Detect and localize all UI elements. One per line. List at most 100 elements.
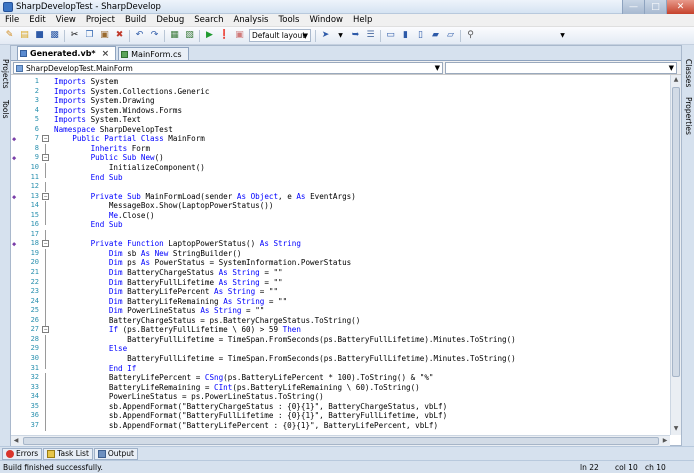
fold-toggle-icon[interactable]: − (42, 135, 49, 143)
code-line[interactable]: 29 Else (11, 344, 670, 355)
output-tab[interactable]: Output (93, 447, 138, 460)
save-icon[interactable]: ■ (33, 29, 46, 42)
class-dropdown[interactable]: SharpDevelopTest.MainForm ▼ (13, 62, 443, 74)
code-line[interactable]: 19 Dim sb As New StringBuilder() (11, 248, 670, 259)
menu-help[interactable]: Help (348, 14, 377, 27)
code-line[interactable]: 37 sb.AppendFormat("BatteryLifePercent :… (11, 420, 670, 431)
code-line[interactable]: ◆ 9− Public Sub New() (11, 153, 670, 163)
menu-debug[interactable]: Debug (151, 14, 189, 27)
code-line[interactable]: 4 Imports System.Windows.Forms (11, 106, 670, 116)
paste-icon[interactable]: ▣ (98, 29, 111, 42)
exclamation-icon[interactable]: ❗ (218, 29, 231, 42)
navigate-back-icon[interactable]: ➤ (319, 29, 332, 42)
chevron-down-icon[interactable]: ▼ (556, 29, 569, 42)
code-line[interactable]: 3 Imports System.Drawing (11, 96, 670, 106)
search-icon[interactable]: ⚲ (464, 29, 477, 42)
code-line[interactable]: 5 Imports System.Text (11, 115, 670, 125)
layout-dropdown[interactable]: Default layout ▼ (249, 29, 311, 42)
code-line[interactable]: 14 MessageBox.Show(LaptopPowerStatus()) (11, 201, 670, 212)
menu-tools[interactable]: Tools (274, 14, 305, 27)
code-line[interactable]: 33 BatteryLifeRemaining = CInt(ps.Batter… (11, 382, 670, 393)
code-line[interactable]: 35 sb.AppendFormat("BatteryChargeStatus … (11, 401, 670, 412)
fold-toggle-icon[interactable]: − (42, 192, 49, 200)
code-line[interactable]: ◆ 18− Private Function LaptopPowerStatus(… (11, 239, 670, 249)
projects-pad-tab[interactable]: Projects (1, 59, 10, 89)
code-line[interactable]: 6 Namespace SharpDevelopTest (11, 125, 670, 135)
code-line[interactable]: 36 sb.AppendFormat("BatteryFullLifetime … (11, 411, 670, 422)
close-icon[interactable]: × (102, 49, 110, 59)
scroll-up-icon[interactable]: ▲ (672, 76, 680, 85)
delete-icon[interactable]: ✖ (113, 29, 126, 42)
code-line[interactable]: 1 Imports System (11, 77, 670, 87)
horizontal-scrollbar[interactable]: ◀ ▶ (11, 435, 670, 446)
code-line[interactable]: 24 Dim BatteryLifeRemaining As String = … (11, 296, 670, 307)
code-line[interactable]: 8 Inherits Form (11, 143, 670, 154)
menu-view[interactable]: View (51, 14, 81, 27)
task-list-tab[interactable]: Task List (43, 447, 93, 460)
code-editor[interactable]: 1 Imports System 2 Imports System.Collectio… (11, 75, 670, 435)
menu-project[interactable]: Project (81, 14, 120, 27)
tab-generated-vb[interactable]: Generated.vb* × (17, 46, 117, 60)
bookmark-clear-icon[interactable]: ▰ (429, 29, 442, 42)
code-line[interactable]: 23 Dim BatteryLifePercent As String = "" (11, 287, 670, 298)
tools-pad-tab[interactable]: Tools (1, 100, 10, 118)
bookmark-prev-icon[interactable]: ▮ (399, 29, 412, 42)
tab-mainform-cs[interactable]: MainForm.cs (118, 47, 189, 60)
redo-icon[interactable]: ↷ (148, 29, 161, 42)
run-icon[interactable]: ▶ (203, 29, 216, 42)
code-line[interactable]: 28 BatteryFullLifetime = TimeSpan.FromSe… (11, 334, 670, 345)
stop-icon[interactable]: ▣ (233, 29, 246, 42)
classes-pad-tab[interactable]: Classes (684, 59, 693, 87)
properties-pad-tab[interactable]: Properties (684, 97, 693, 135)
menu-search[interactable]: Search (189, 14, 228, 27)
code-line[interactable]: 26 BatteryChargeStatus = ps.BatteryCharg… (11, 315, 670, 326)
navigate-forward-icon[interactable]: ➥ (349, 29, 362, 42)
code-line[interactable]: 31 End If (11, 363, 670, 374)
comment-icon[interactable]: ▭ (384, 29, 397, 42)
chevron-down-icon[interactable]: ▼ (334, 29, 347, 42)
build-icon[interactable]: ▦ (168, 29, 181, 42)
vertical-scroll-thumb[interactable] (672, 87, 680, 377)
bookmark-icon[interactable]: ☰ (364, 29, 377, 42)
code-line[interactable]: 25 Dim PowerLineStatus As String = "" (11, 306, 670, 317)
menu-edit[interactable]: Edit (24, 14, 50, 27)
errors-tab[interactable]: Errors (2, 447, 43, 460)
save-all-icon[interactable]: ▩ (48, 29, 61, 42)
member-dropdown[interactable]: ▼ (445, 62, 677, 74)
code-line[interactable]: ◆ 7− Public Partial Class MainForm (11, 134, 670, 144)
code-line[interactable]: 21 Dim BatteryChargeStatus As String = "… (11, 268, 670, 278)
code-line[interactable]: 11 End Sub (11, 172, 670, 183)
fold-toggle-icon[interactable]: − (42, 240, 49, 248)
code-line[interactable]: 17 (11, 229, 670, 240)
code-line[interactable]: 34 PowerLineStatus = ps.PowerLineStatus.… (11, 392, 670, 403)
close-button[interactable]: ✕ (666, 0, 694, 14)
code-line[interactable]: 30 BatteryFullLifetime = TimeSpan.FromSe… (11, 353, 670, 364)
maximize-button[interactable]: □ (644, 0, 666, 14)
scroll-right-icon[interactable]: ▶ (661, 437, 669, 446)
fold-toggle-icon[interactable]: − (42, 326, 49, 334)
code-line[interactable]: 32 BatteryLifePercent = CSng(ps.BatteryL… (11, 373, 670, 384)
fold-toggle-icon[interactable]: − (42, 154, 49, 162)
menu-build[interactable]: Build (120, 14, 151, 27)
horizontal-scroll-thumb[interactable] (23, 437, 659, 445)
copy-icon[interactable]: ❐ (83, 29, 96, 42)
cut-icon[interactable]: ✂ (68, 29, 81, 42)
new-file-icon[interactable]: ✎ (3, 29, 16, 42)
code-line[interactable]: 27− If (ps.BatteryFullLifetime \ 60) > 5… (11, 325, 670, 335)
minimize-button[interactable]: — (622, 0, 644, 14)
scroll-down-icon[interactable]: ▼ (672, 425, 680, 434)
undo-icon[interactable]: ↶ (133, 29, 146, 42)
code-line[interactable]: 15 Me.Close() (11, 210, 670, 221)
bookmark-next-icon[interactable]: ▯ (414, 29, 427, 42)
code-line[interactable]: ◆ 13− Private Sub MainFormLoad(sender As … (11, 192, 670, 202)
vertical-scrollbar[interactable]: ▲ ▼ (670, 75, 681, 435)
code-line[interactable]: 22 Dim BatteryFullLifetime As String = "… (11, 277, 670, 288)
open-folder-icon[interactable]: ▤ (18, 29, 31, 42)
build-solution-icon[interactable]: ▧ (183, 29, 196, 42)
code-line[interactable]: 16 End Sub (11, 220, 670, 230)
menu-file[interactable]: File (0, 14, 24, 27)
menu-analysis[interactable]: Analysis (228, 14, 273, 27)
code-line[interactable]: 2 Imports System.Collections.Generic (11, 87, 670, 97)
toggle-bookmark-icon[interactable]: ▱ (444, 29, 457, 42)
code-line[interactable]: 20 Dim ps As PowerStatus = SystemInforma… (11, 258, 670, 269)
